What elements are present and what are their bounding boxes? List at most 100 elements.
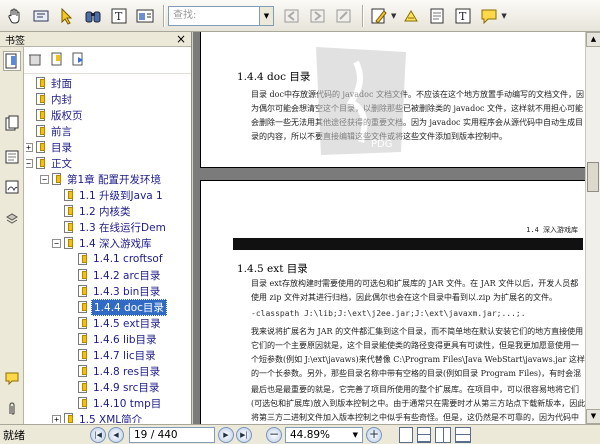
page-icon[interactable]	[425, 4, 449, 28]
scroll-up-button[interactable]: ▲	[586, 32, 600, 47]
bookmark-item[interactable]: 1.3 在线运行Dem	[64, 219, 168, 235]
search-input[interactable]: 查找:	[168, 5, 260, 26]
bookmark-icon	[78, 269, 88, 281]
bookmark-item[interactable]: 内封	[36, 91, 74, 107]
bookmark-item[interactable]: +1.5 XML简介	[52, 411, 144, 423]
bookmark-label: 1.4.10 tmp目	[93, 397, 162, 410]
bookmark-item[interactable]: 1.4.5 ext目录	[78, 315, 163, 331]
attachments-tab-icon[interactable]	[3, 209, 21, 229]
main-toolbar: T 查找: ▼ ▼ T ▼	[0, 0, 600, 32]
bookmark-label: 1.4.4 doc目录	[91, 298, 167, 316]
zoom-dropdown-icon[interactable]: ▼	[353, 431, 358, 439]
collapse-icon[interactable]: −	[52, 238, 61, 248]
bookmark-item[interactable]: 1.4.8 res目录	[78, 363, 162, 379]
pencil-icon[interactable]	[367, 4, 391, 28]
select-text-icon[interactable]	[29, 4, 53, 28]
bookmark-label: 1.4.6 lib目录	[93, 333, 157, 346]
continuous-facing-layout-icon[interactable]	[455, 426, 471, 443]
bookmark-item[interactable]: + 目录	[26, 139, 74, 155]
bookmark-icon	[78, 333, 88, 345]
bookmark-item[interactable]: 版权页	[36, 107, 85, 123]
comments-tab-icon[interactable]	[3, 369, 21, 389]
search-next-icon[interactable]	[306, 4, 330, 28]
bookmarks-tab-icon[interactable]	[3, 51, 21, 71]
bookmark-item[interactable]: 封面	[36, 75, 74, 91]
bookmark-label: 1.4.2 arc目录	[93, 269, 161, 282]
first-page-button[interactable]: |◀	[90, 426, 106, 443]
collapse-icon[interactable]: −	[40, 174, 49, 184]
bookmark-label: 1.4.5 ext目录	[93, 317, 161, 330]
comment-icon[interactable]	[477, 4, 501, 28]
document-view[interactable]: 1.4.4 doc 目录 目录 doc中存放源代码的 javadoc 文档文件。…	[193, 32, 600, 424]
bookmark-label: 版权页	[51, 109, 83, 122]
bookmark-icon	[78, 317, 88, 329]
expand-bookmark-icon[interactable]	[72, 52, 86, 69]
highlight-icon[interactable]	[399, 4, 423, 28]
expand-icon[interactable]: +	[52, 414, 61, 423]
page-number-field[interactable]: 19 / 440	[129, 426, 215, 443]
bookmark-item[interactable]: 1.4.4 doc目录	[78, 298, 167, 316]
bookmark-item[interactable]: 1.4.3 bin目录	[78, 283, 162, 299]
bookmarks-panel-title: 书签	[5, 35, 25, 47]
bookmark-item[interactable]: 1.2 内核类	[64, 203, 133, 219]
comment-dropdown-icon[interactable]: ▼	[501, 12, 506, 20]
bookmark-item[interactable]: − 第1章 配置开发环境	[40, 171, 163, 187]
vertical-scrollbar[interactable]: ▲ ▼	[585, 32, 600, 424]
bookmark-icon	[36, 93, 46, 105]
bookmark-tools	[0, 47, 191, 74]
layers-tab-icon[interactable]	[3, 147, 21, 167]
pdf-page: 1.4 深入游戏库 1.4.5 ext 目录 目录 ext存放构建时需要使用的可…	[200, 180, 593, 424]
next-page-button[interactable]: ▶	[218, 426, 234, 443]
zoom-value: 44.89%	[290, 428, 331, 441]
text-select-icon[interactable]: T	[107, 4, 131, 28]
bookmark-icon	[36, 157, 46, 169]
bookmark-item[interactable]: − 正文	[26, 155, 74, 171]
svg-text:T: T	[459, 10, 467, 23]
zoom-field[interactable]: 44.89% ▼	[285, 426, 363, 443]
zoom-in-button[interactable]: +	[366, 426, 382, 443]
new-bookmark-icon[interactable]	[50, 52, 64, 69]
text-box-icon[interactable]: T	[451, 4, 475, 28]
last-page-button[interactable]: ▶|	[236, 426, 252, 443]
delete-bookmark-icon[interactable]	[28, 52, 42, 69]
bookmark-icon	[36, 109, 46, 121]
bookmark-label: 目录	[51, 141, 72, 154]
pencil-dropdown-icon[interactable]: ▼	[391, 12, 396, 20]
bookmark-item[interactable]: 1.4.1 croftsof	[78, 251, 165, 267]
bookmark-item[interactable]: 1.4.7 lic目录	[78, 347, 158, 363]
single-page-layout-icon[interactable]	[399, 426, 413, 443]
collapse-icon[interactable]: −	[26, 158, 33, 168]
page-heading: 1.4.5 ext 目录	[237, 263, 308, 275]
bookmark-item[interactable]: 1.1 升级到Java 1	[64, 187, 165, 203]
search-dropdown-button[interactable]: ▼	[260, 5, 274, 26]
scroll-down-button[interactable]: ▼	[586, 409, 600, 424]
bookmark-item[interactable]: 1.4.6 lib目录	[78, 331, 159, 347]
signatures-tab-icon[interactable]	[3, 177, 21, 197]
pages-tab-icon[interactable]	[3, 113, 21, 133]
snapshot-icon[interactable]	[133, 4, 157, 28]
bookmark-item[interactable]: 1.4.2 arc目录	[78, 267, 162, 283]
binoculars-icon[interactable]	[81, 4, 105, 28]
bookmark-item[interactable]: 前言	[36, 123, 74, 139]
paperclip-icon[interactable]	[3, 399, 21, 419]
page-paragraph: 目录 ext存放构建时需要使用的可选包和扩展库的 JAR 文件。在 JAR 文件…	[251, 279, 579, 302]
bookmarks-panel: 书签 × 封面 内封 版权页 前言 + 目录 − 正文 − 第1章 配置开发环境…	[0, 32, 192, 424]
bookmark-label: 前言	[51, 125, 72, 138]
running-header: 1.4 深入游戏库	[526, 226, 578, 234]
bookmark-item[interactable]: 1.4.9 src目录	[78, 379, 161, 395]
expand-icon[interactable]: +	[26, 142, 33, 152]
bookmark-item[interactable]: − 1.4 深入游戏库	[52, 235, 154, 251]
panel-close-icon[interactable]: ×	[176, 32, 186, 46]
search-highlight-icon[interactable]	[332, 4, 356, 28]
search-previous-icon[interactable]	[280, 4, 304, 28]
continuous-layout-icon[interactable]	[417, 426, 431, 443]
bookmark-item[interactable]: 1.4.10 tmp目	[78, 395, 163, 411]
bookmark-icon	[36, 125, 46, 137]
zoom-out-button[interactable]: −	[266, 426, 282, 443]
bookmark-icon	[78, 381, 88, 393]
previous-page-button[interactable]: ◀	[108, 426, 124, 443]
scroll-thumb[interactable]	[587, 162, 599, 192]
pointer-icon[interactable]	[55, 4, 79, 28]
hand-tool-icon[interactable]	[3, 4, 27, 28]
facing-layout-icon[interactable]	[435, 426, 451, 443]
